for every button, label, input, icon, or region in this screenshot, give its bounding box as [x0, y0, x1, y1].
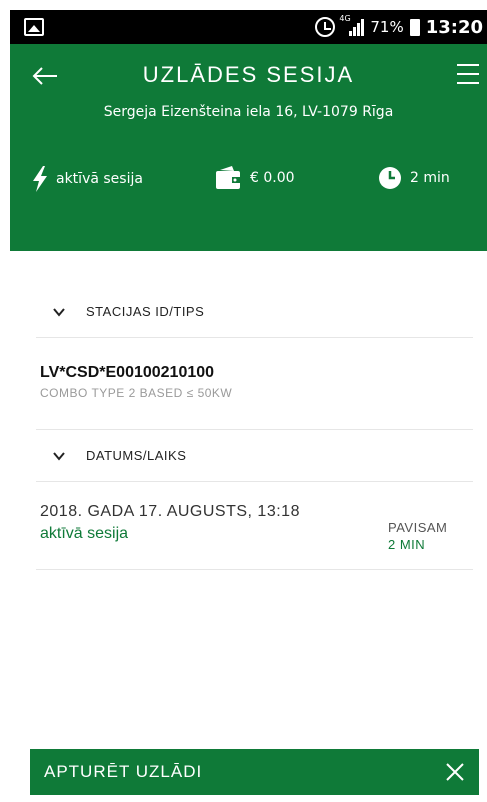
close-icon[interactable]	[445, 762, 465, 782]
stop-charging-button[interactable]: APTURĒT UZLĀDI	[30, 749, 479, 795]
stop-charging-label: APTURĒT UZLĀDI	[44, 762, 203, 781]
wallet-icon	[214, 166, 242, 190]
cost-value: € 0.00	[250, 170, 295, 186]
station-section-header[interactable]: STACIJAS ID/TIPS	[36, 286, 473, 338]
battery-icon	[409, 18, 420, 36]
datetime-section-header[interactable]: DATUMS/LAIKS	[36, 430, 473, 482]
session-header: UZLĀDES SESIJA Sergeja Eizenšteina iela …	[10, 44, 487, 251]
signal-icon: 4G	[339, 14, 365, 36]
datetime-section-title: DATUMS/LAIKS	[86, 448, 187, 463]
status-bar: 4G 71% 13:20	[10, 10, 487, 44]
battery-percent: 71%	[370, 18, 404, 36]
duration-stat: 2 min	[378, 166, 450, 190]
session-status-label: aktīvā sesija	[56, 171, 143, 187]
station-address: Sergeja Eizenšteina iela 16, LV-1079 Rīg…	[103, 104, 394, 120]
cost-stat: € 0.00	[214, 166, 295, 190]
station-divider	[36, 338, 473, 430]
chevron-down-icon	[53, 307, 65, 317]
page-title: UZLĀDES SESIJA	[142, 62, 355, 87]
alarm-icon	[315, 17, 336, 37]
network-type: 4G	[339, 14, 351, 23]
menu-icon[interactable]	[457, 64, 479, 86]
datetime-divider	[36, 482, 473, 570]
session-status-stat: aktīvā sesija	[32, 166, 143, 192]
session-stats: aktīvā sesija € 0.00 2 min	[10, 166, 487, 194]
chevron-down-icon	[53, 451, 65, 461]
clock-icon	[378, 166, 402, 190]
station-section-title: STACIJAS ID/TIPS	[86, 304, 205, 319]
lightning-icon	[32, 166, 48, 192]
clock-time: 13:20	[425, 16, 483, 38]
duration-value: 2 min	[410, 170, 450, 186]
image-icon	[24, 18, 44, 36]
